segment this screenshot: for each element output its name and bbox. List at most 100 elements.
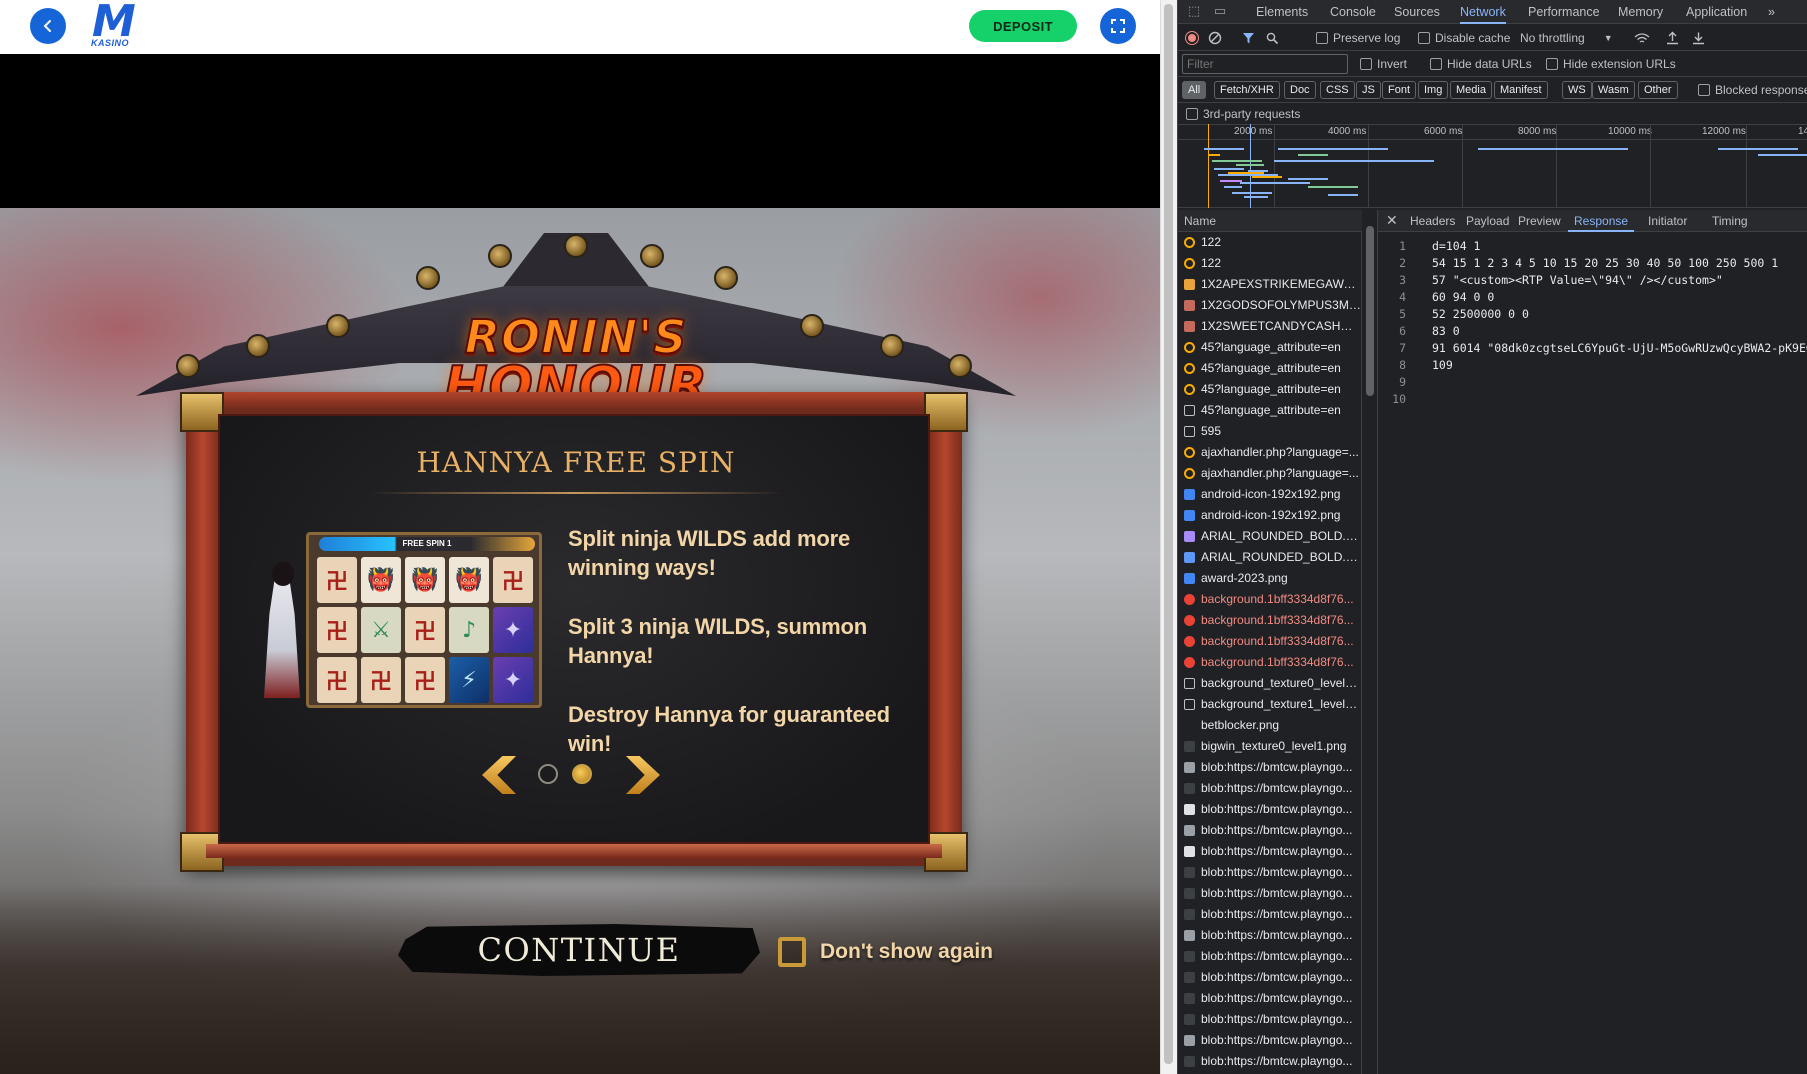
hide-extension-urls-checkbox[interactable] xyxy=(1546,58,1558,70)
throttling-select[interactable]: No throttling ▼ xyxy=(1520,25,1613,51)
hide-data-urls-checkbox[interactable] xyxy=(1430,58,1442,70)
deposit-button[interactable]: DEPOSIT xyxy=(969,10,1077,42)
search-icon[interactable] xyxy=(1266,25,1279,51)
request-row[interactable]: ajaxhandler.php?language=... xyxy=(1178,442,1361,463)
request-row[interactable]: background.1bff3334d8f76... xyxy=(1178,652,1361,673)
hide-extension-urls-toggle[interactable]: Hide extension URLs xyxy=(1546,51,1676,77)
request-row[interactable]: blob:https://bmtcw.playngo... xyxy=(1178,820,1361,841)
detail-tab-payload[interactable]: Payload xyxy=(1466,210,1509,232)
network-conditions-icon[interactable] xyxy=(1634,25,1650,51)
type-filter-all[interactable]: All xyxy=(1182,81,1207,99)
next-page-arrow-icon[interactable] xyxy=(626,756,660,794)
request-row[interactable]: 595 xyxy=(1178,421,1361,442)
detail-tab-initiator[interactable]: Initiator xyxy=(1648,210,1687,232)
request-list-scrollbar-thumb[interactable] xyxy=(1366,226,1374,396)
request-row[interactable]: background.1bff3334d8f76... xyxy=(1178,589,1361,610)
kasino-logo[interactable]: M KASINO xyxy=(88,0,148,52)
page-dot-active[interactable] xyxy=(572,764,592,784)
request-row[interactable]: blob:https://bmtcw.playngo... xyxy=(1178,799,1361,820)
request-row[interactable]: award-2023.png xyxy=(1178,568,1361,589)
type-filter-wasm[interactable]: Wasm xyxy=(1592,81,1635,99)
request-row[interactable]: blob:https://bmtcw.playngo... xyxy=(1178,967,1361,988)
third-party-toggle[interactable]: 3rd-party requests xyxy=(1186,103,1300,125)
request-row[interactable]: 45?language_attribute=en xyxy=(1178,400,1361,421)
tab-performance[interactable]: Performance xyxy=(1528,0,1600,24)
request-row[interactable]: blob:https://bmtcw.playngo... xyxy=(1178,841,1361,862)
request-row[interactable]: background_texture0_level1... xyxy=(1178,673,1361,694)
page-dot[interactable] xyxy=(538,764,558,784)
dont-show-checkbox[interactable] xyxy=(778,937,806,967)
request-row[interactable]: blob:https://bmtcw.playngo... xyxy=(1178,778,1361,799)
request-row[interactable]: background_texture1_level1... xyxy=(1178,694,1361,715)
type-filter-fetch-xhr[interactable]: Fetch/XHR xyxy=(1214,81,1280,99)
dont-show-again[interactable]: Don't show again xyxy=(778,932,993,972)
request-row[interactable]: ARIAL_ROUNDED_BOLD.css xyxy=(1178,526,1361,547)
request-list-scrollbar[interactable] xyxy=(1362,210,1378,1074)
name-column-header[interactable]: Name xyxy=(1178,210,1378,232)
disable-cache-toggle[interactable]: Disable cache xyxy=(1418,25,1510,51)
request-row[interactable]: blob:https://bmtcw.playngo... xyxy=(1178,757,1361,778)
type-filter-media[interactable]: Media xyxy=(1450,81,1492,99)
invert-toggle[interactable]: Invert xyxy=(1360,51,1407,77)
network-overview[interactable]: 2000 ms 4000 ms 6000 ms 8000 ms 10000 ms… xyxy=(1178,124,1807,208)
tab-elements[interactable]: Elements xyxy=(1256,0,1308,24)
continue-button[interactable]: CONTINUE xyxy=(398,924,760,976)
request-row[interactable]: 45?language_attribute=en xyxy=(1178,337,1361,358)
game-canvas[interactable]: RONIN'S HONOUR HANNYA FREE SPIN FREE SPI… xyxy=(0,208,1160,1074)
request-row[interactable]: 1X2SWEETCANDYCASHMEG... xyxy=(1178,316,1361,337)
request-row[interactable]: ARIAL_ROUNDED_BOLD.woff xyxy=(1178,547,1361,568)
blocked-response-toggle[interactable]: Blocked response xyxy=(1698,77,1807,103)
type-filter-doc[interactable]: Doc xyxy=(1284,81,1316,99)
tab-console[interactable]: Console xyxy=(1330,0,1376,24)
request-row[interactable]: 45?language_attribute=en xyxy=(1178,358,1361,379)
request-row[interactable]: blob:https://bmtcw.playngo... xyxy=(1178,883,1361,904)
response-viewer[interactable]: 1 d=104 1 2 54 15 1 2 3 4 5 10 15 20 25 30 … xyxy=(1378,232,1807,1074)
inspect-element-icon[interactable]: ⬚ xyxy=(1186,4,1202,20)
export-har-icon[interactable] xyxy=(1692,25,1705,51)
request-row[interactable]: bigwin_texture0_level1.png xyxy=(1178,736,1361,757)
type-filter-other[interactable]: Other xyxy=(1638,81,1678,99)
request-row[interactable]: 1X2APEXSTRIKEMEGAWAYS... xyxy=(1178,274,1361,295)
request-row[interactable]: android-icon-192x192.png xyxy=(1178,505,1361,526)
prev-page-arrow-icon[interactable] xyxy=(482,756,516,794)
request-row[interactable]: 122 xyxy=(1178,253,1361,274)
page-scrollbar-thumb[interactable] xyxy=(1164,4,1173,1064)
hide-data-urls-toggle[interactable]: Hide data URLs xyxy=(1430,51,1532,77)
page-scrollbar[interactable] xyxy=(1160,0,1177,1074)
request-row[interactable]: background.1bff3334d8f76... xyxy=(1178,631,1361,652)
detail-tab-preview[interactable]: Preview xyxy=(1518,210,1561,232)
type-filter-manifest[interactable]: Manifest xyxy=(1494,81,1548,99)
third-party-checkbox[interactable] xyxy=(1186,108,1198,120)
request-row[interactable]: betblocker.png xyxy=(1178,715,1361,736)
request-row[interactable]: blob:https://bmtcw.playngo... xyxy=(1178,1051,1361,1072)
more-tabs-icon[interactable]: » xyxy=(1768,0,1775,24)
request-row[interactable]: blob:https://bmtcw.playngo... xyxy=(1178,1030,1361,1051)
type-filter-font[interactable]: Font xyxy=(1382,81,1417,99)
type-filter-img[interactable]: Img xyxy=(1418,81,1449,99)
request-row[interactable]: android-icon-192x192.png xyxy=(1178,484,1361,505)
disable-cache-checkbox[interactable] xyxy=(1418,32,1430,44)
clear-icon[interactable] xyxy=(1208,25,1222,51)
invert-checkbox[interactable] xyxy=(1360,58,1372,70)
tab-application[interactable]: Application xyxy=(1686,0,1747,24)
request-row[interactable]: blob:https://bmtcw.playngo... xyxy=(1178,1009,1361,1030)
type-filter-ws[interactable]: WS xyxy=(1562,81,1592,99)
request-row[interactable]: blob:https://bmtcw.playngo... xyxy=(1178,988,1361,1009)
request-row[interactable]: 1X2GODSOFOLYMPUS3ME... xyxy=(1178,295,1361,316)
import-har-icon[interactable] xyxy=(1666,25,1679,51)
request-row[interactable]: background.1bff3334d8f76... xyxy=(1178,610,1361,631)
back-button[interactable] xyxy=(30,8,66,44)
filter-funnel-icon[interactable] xyxy=(1242,25,1255,51)
fullscreen-button[interactable] xyxy=(1100,8,1136,44)
request-row[interactable]: blob:https://bmtcw.playngo... xyxy=(1178,862,1361,883)
type-filter-css[interactable]: CSS xyxy=(1320,81,1355,99)
blocked-response-checkbox[interactable] xyxy=(1698,84,1710,96)
request-row[interactable]: blob:https://bmtcw.playngo... xyxy=(1178,904,1361,925)
request-row[interactable]: ajaxhandler.php?language=... xyxy=(1178,463,1361,484)
detail-tab-timing[interactable]: Timing xyxy=(1712,210,1748,232)
device-toolbar-icon[interactable]: ▭ xyxy=(1212,4,1228,20)
preserve-log-checkbox[interactable] xyxy=(1316,32,1328,44)
detail-tab-headers[interactable]: Headers xyxy=(1410,210,1455,232)
close-detail-icon[interactable]: ✕ xyxy=(1386,213,1398,229)
preserve-log-toggle[interactable]: Preserve log xyxy=(1316,25,1400,51)
